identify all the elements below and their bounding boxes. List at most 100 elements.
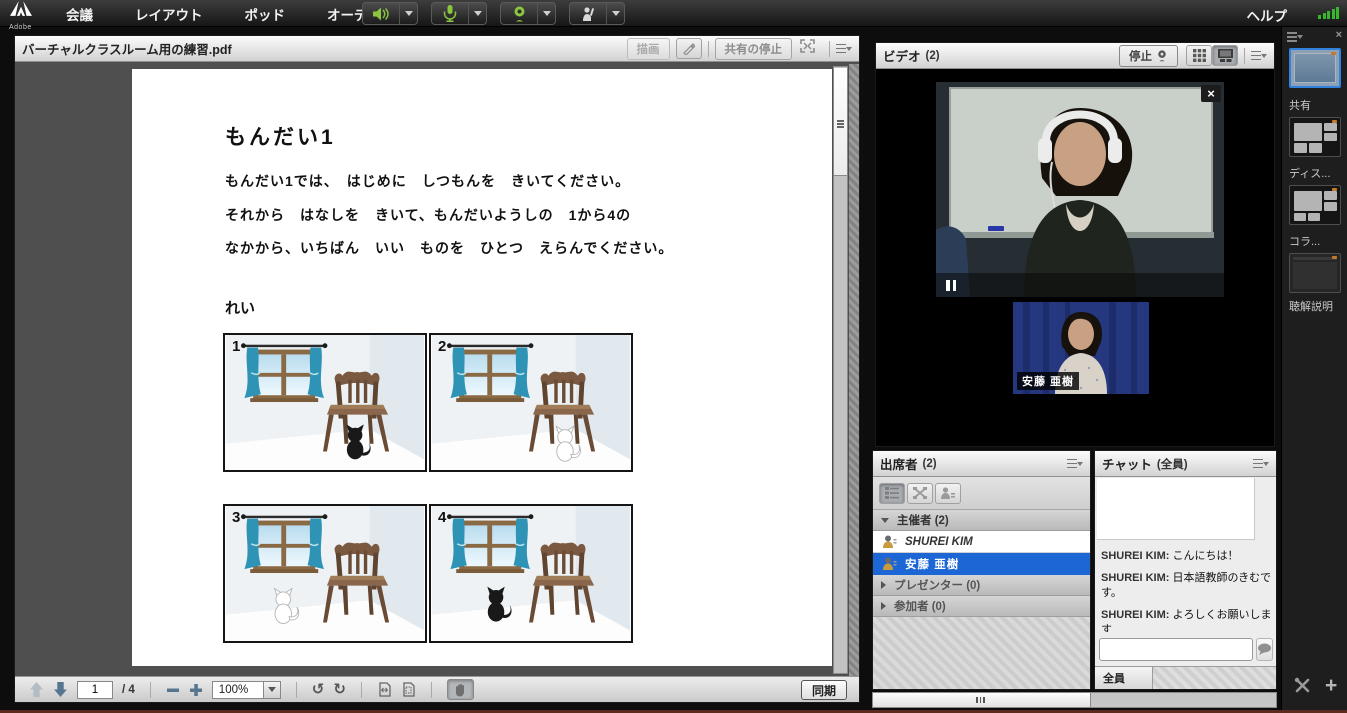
- sidebar-menu-icon[interactable]: [1287, 31, 1303, 43]
- webcam-dropdown[interactable]: [538, 3, 555, 24]
- collapse-icon: [881, 518, 889, 523]
- layout-thumb-listening[interactable]: [1289, 253, 1341, 293]
- layout-dot: [1332, 188, 1337, 191]
- pause-icon[interactable]: [946, 280, 956, 291]
- menu-layout[interactable]: レイアウト: [129, 4, 209, 24]
- close-video-button[interactable]: ×: [1201, 85, 1221, 102]
- breakout-icon: [913, 487, 927, 499]
- top-menubar: Adobe 会議 レイアウト ポッド オーディオ: [0, 0, 1347, 27]
- answer-panel-4: 4: [429, 504, 633, 643]
- expand-icon: [881, 602, 886, 610]
- speaker-icon: [372, 6, 390, 22]
- rotate-right-button[interactable]: ↻: [333, 682, 346, 697]
- fullscreen-icon: [800, 39, 815, 53]
- pod-options-wrench-icon[interactable]: [1294, 677, 1311, 694]
- chat-message: SHUREI KIM: よろしくお願いします: [1101, 608, 1272, 632]
- mic-dropdown[interactable]: [469, 3, 486, 24]
- layout-thumb-discussion[interactable]: [1289, 117, 1341, 157]
- zoom-level-value: 100%: [212, 681, 264, 699]
- menu-help[interactable]: ヘルプ: [1247, 5, 1288, 25]
- layout-sidebar: × 共有 ディス... コラ... 聴解説明: [1281, 27, 1347, 713]
- attendees-title: 出席者: [880, 454, 918, 473]
- webcam-button[interactable]: [501, 3, 538, 24]
- add-pod-plus-icon[interactable]: +: [1325, 675, 1337, 696]
- mic-button[interactable]: [432, 3, 469, 24]
- presenters-section-row[interactable]: プレゼンター (0): [873, 575, 1090, 596]
- host-icon: [883, 557, 897, 571]
- attendee-row-shurei-kim[interactable]: SHUREI KIM: [873, 531, 1090, 553]
- webcam-small-icon: [1156, 50, 1168, 62]
- zoom-dropdown-icon[interactable]: [264, 681, 281, 699]
- host-icon: [883, 535, 897, 549]
- attendee-status-view-button[interactable]: [935, 483, 961, 504]
- hand-icon: [454, 683, 467, 697]
- participants-section-label: 参加者 (0): [894, 598, 946, 614]
- adobe-logo[interactable]: Adobe: [4, 1, 58, 27]
- sidebar-close-icon[interactable]: ×: [1336, 29, 1342, 41]
- pan-tool-button[interactable]: [447, 679, 474, 700]
- grid-view-button[interactable]: [1186, 45, 1212, 66]
- panel-number: 1: [232, 338, 240, 355]
- speaker-control: [362, 2, 418, 25]
- vertical-scroll-thumb[interactable]: [834, 68, 847, 176]
- grid-view-icon: [1193, 49, 1206, 62]
- status-dropdown[interactable]: [607, 3, 624, 24]
- chat-pod-menu-icon[interactable]: [1253, 458, 1269, 470]
- fullscreen-button[interactable]: [800, 39, 815, 58]
- chat-send-button[interactable]: [1256, 638, 1273, 661]
- zoom-level-select[interactable]: 100%: [212, 681, 281, 699]
- stop-webcam-button[interactable]: 停止: [1119, 45, 1178, 67]
- layout-thumb-collaboration[interactable]: [1289, 185, 1341, 225]
- hosts-section-row[interactable]: 主催者 (2): [873, 510, 1090, 531]
- chat-tab-everyone[interactable]: 全員: [1095, 667, 1153, 689]
- attendees-empty-area: [873, 617, 1090, 689]
- participants-section-row[interactable]: 参加者 (0): [873, 596, 1090, 617]
- zoom-out-button[interactable]: [166, 683, 180, 697]
- layout-thumb-share[interactable]: [1289, 48, 1341, 88]
- draw-button[interactable]: 描画: [627, 38, 670, 60]
- chat-pod-header: チャット (全員): [1095, 451, 1276, 477]
- fit-page-button[interactable]: [401, 682, 416, 697]
- video-pod-menu-icon[interactable]: [1251, 50, 1267, 62]
- sync-button[interactable]: 同期: [801, 680, 847, 700]
- annotation-pen-button[interactable]: [676, 38, 702, 59]
- chat-scope: (全員): [1157, 456, 1188, 472]
- chat-text: こんにちは！: [1169, 550, 1238, 562]
- attendees-pod-header: 出席者 (2): [873, 451, 1090, 477]
- attendee-name: 安藤 亜樹: [905, 556, 959, 572]
- hosts-section-label: 主催者 (2): [897, 512, 949, 528]
- raise-hand-button[interactable]: [570, 3, 607, 24]
- adobe-logo-text: Adobe: [9, 24, 32, 31]
- expand-icon: [881, 581, 886, 589]
- attendees-pod-menu-icon[interactable]: [1067, 458, 1083, 470]
- horizontal-scroll-thumb[interactable]: [873, 693, 1091, 707]
- breakout-view-button[interactable]: [907, 483, 933, 504]
- page-number-input[interactable]: [77, 681, 113, 699]
- menu-pods[interactable]: ポッド: [239, 4, 292, 24]
- share-pod-menu-icon[interactable]: [836, 43, 852, 55]
- chat-sender: SHUREI KIM:: [1101, 550, 1169, 562]
- panel-number: 3: [232, 509, 240, 526]
- previous-page-button[interactable]: [29, 682, 44, 697]
- webcam-icon: [512, 6, 527, 22]
- document-vertical-scrollbar[interactable]: [833, 66, 848, 674]
- filmstrip-view-icon: [1218, 49, 1233, 62]
- pods-horizontal-scrollbar[interactable]: [872, 692, 1277, 708]
- answer-panel-1: 1: [223, 333, 427, 472]
- speaker-dropdown[interactable]: [400, 3, 417, 24]
- video-pod: ビデオ (2) 停止: [875, 42, 1275, 447]
- filmstrip-view-button[interactable]: [1212, 45, 1238, 66]
- stop-sharing-button[interactable]: 共有の停止: [715, 38, 793, 60]
- menu-meeting[interactable]: 会議: [60, 4, 99, 24]
- chat-message-input[interactable]: [1099, 638, 1253, 661]
- attendee-row-ando-aki[interactable]: 安藤 亜樹: [873, 553, 1090, 575]
- attendee-list-view-button[interactable]: [879, 483, 905, 504]
- rotate-left-button[interactable]: ↺: [312, 682, 325, 697]
- next-page-button[interactable]: [53, 682, 68, 697]
- chat-title: チャット: [1102, 454, 1152, 473]
- chat-sender: SHUREI KIM:: [1101, 572, 1169, 584]
- zoom-in-button[interactable]: [189, 683, 203, 697]
- attendee-name: SHUREI KIM: [905, 536, 973, 548]
- fit-width-button[interactable]: [377, 682, 392, 697]
- speaker-button[interactable]: [363, 3, 400, 24]
